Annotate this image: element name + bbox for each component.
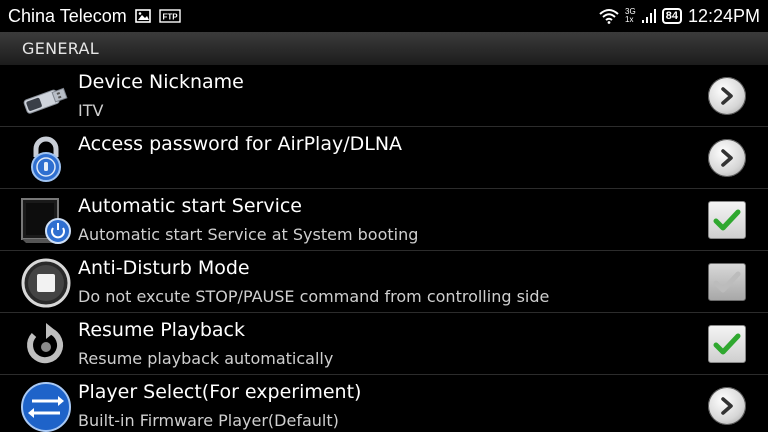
padlock-icon — [20, 133, 72, 185]
chevron-right-icon — [708, 139, 746, 177]
device-nickname-chevron-button[interactable] — [708, 77, 746, 115]
setting-resume-playback[interactable]: Resume Playback Resume playback automati… — [0, 313, 768, 375]
chevron-right-icon — [708, 387, 746, 425]
network-type-bottom: 1x — [625, 15, 634, 24]
player-select-chevron-button[interactable] — [708, 387, 746, 425]
battery-icon: 84 — [661, 8, 682, 24]
image-icon — [134, 9, 151, 23]
network-type: 3G 1x — [625, 8, 636, 24]
automatic-start-checkbox[interactable] — [708, 201, 746, 239]
stop-button-icon — [20, 257, 72, 309]
setting-summary: Built-in Firmware Player(Default) — [78, 411, 339, 430]
wifi-icon — [599, 8, 619, 24]
setting-anti-disturb-mode[interactable]: Anti-Disturb Mode Do not excute STOP/PAU… — [0, 251, 768, 313]
setting-device-nickname[interactable]: Device Nickname ITV — [0, 65, 768, 127]
signal-icon — [641, 8, 656, 24]
setting-title: Player Select(For experiment) — [78, 381, 362, 403]
status-bar: China Telecom FTP 3G 1x 84 12:24PM — [0, 0, 768, 32]
setting-player-select[interactable]: Player Select(For experiment) Built-in F… — [0, 375, 768, 432]
setting-summary: Do not excute STOP/PAUSE command from co… — [78, 287, 550, 306]
resume-arrow-icon — [20, 319, 72, 371]
section-header-general: GENERAL — [0, 32, 768, 65]
resume-playback-checkbox[interactable] — [708, 325, 746, 363]
checkmark-icon — [708, 201, 746, 239]
settings-list: Device Nickname ITV Access password for … — [0, 65, 768, 432]
checkmark-icon — [708, 263, 746, 301]
ftp-icon: FTP — [159, 9, 181, 23]
setting-title: Resume Playback — [78, 319, 245, 341]
monitor-power-icon — [20, 195, 72, 247]
setting-title: Access password for AirPlay/DLNA — [78, 133, 403, 155]
setting-title: Anti-Disturb Mode — [78, 257, 250, 279]
setting-automatic-start-service[interactable]: Automatic start Service Automatic start … — [0, 189, 768, 251]
chevron-right-icon — [708, 77, 746, 115]
setting-summary: Resume playback automatically — [78, 349, 334, 368]
setting-title: Device Nickname — [78, 71, 244, 93]
access-password-chevron-button[interactable] — [708, 139, 746, 177]
anti-disturb-checkbox[interactable] — [708, 263, 746, 301]
clock: 12:24PM — [687, 5, 760, 26]
setting-summary: ITV — [78, 101, 104, 120]
setting-summary: Automatic start Service at System bootin… — [78, 225, 419, 244]
setting-access-password[interactable]: Access password for AirPlay/DLNA — [0, 127, 768, 189]
checkmark-icon — [708, 325, 746, 363]
swap-arrows-icon — [20, 381, 72, 432]
ftp-label: FTP — [162, 13, 178, 22]
usb-dongle-icon — [20, 71, 72, 123]
carrier-name: China Telecom — [8, 5, 127, 26]
setting-title: Automatic start Service — [78, 195, 302, 217]
